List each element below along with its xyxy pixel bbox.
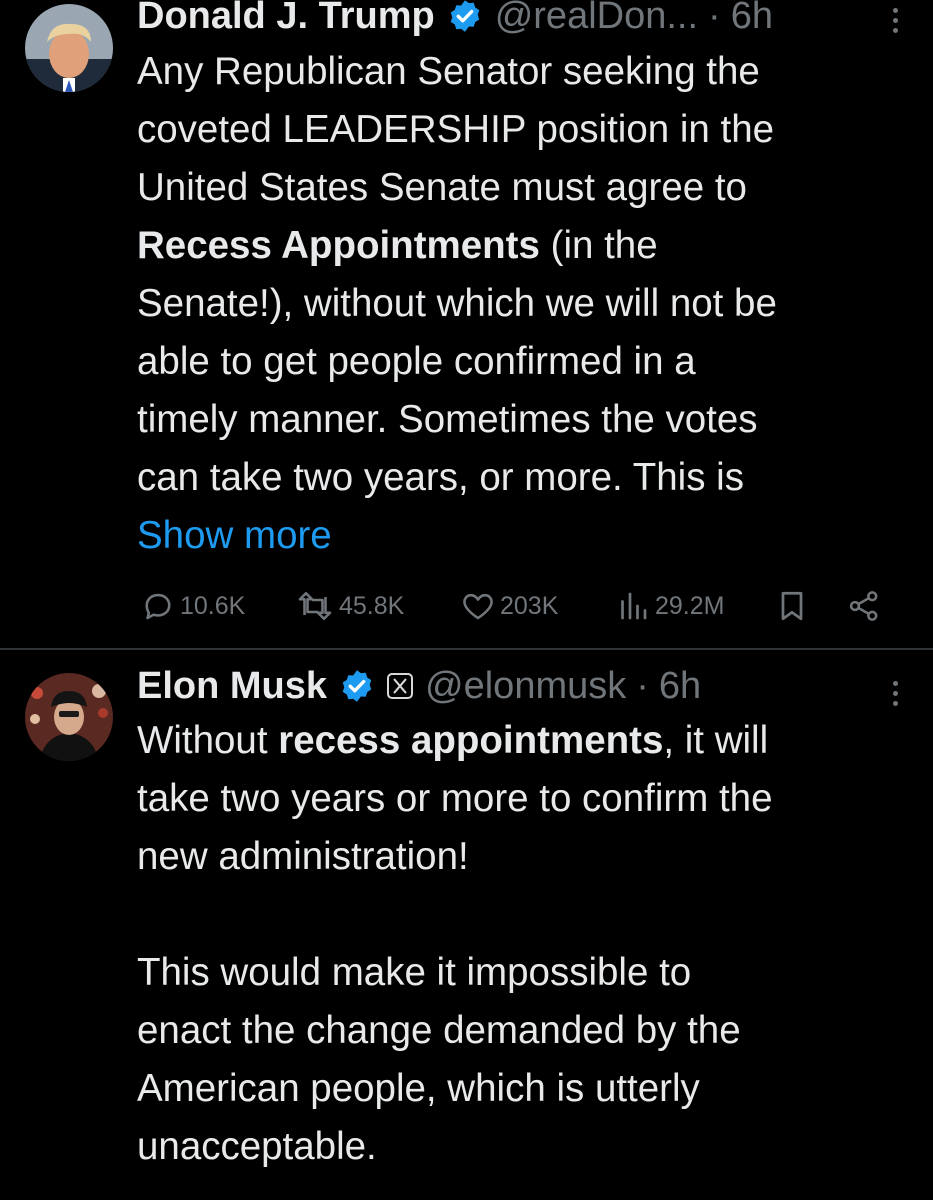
separator-dot: · [636,665,649,707]
text-line: United States Senate must agree to [137,166,747,209]
views-count: 29.2M [655,591,725,620]
heart-icon [463,593,493,620]
tweet-musk[interactable]: Elon Musk @elonmusk · 6h Without recess … [0,651,933,1200]
action-bar: 10.6K 45.8K 203K 29.2M [140,583,900,629]
share-icon [849,591,878,621]
show-more-link[interactable]: Show more [137,507,907,565]
text-line: Senate!), without which we will not be [137,282,777,325]
text-line-mixed: Recess Appointments (in the [137,217,907,275]
reply-icon [145,593,171,620]
text-line: This would make it impossible to [137,951,692,994]
timestamp[interactable]: 6h [731,0,773,38]
avatar[interactable] [25,4,113,92]
text-line: able to get people confirmed in a [137,340,696,383]
text-fragment: , it will [663,719,769,762]
author-handle[interactable]: @elonmusk [425,664,626,708]
text-line: new administration! [137,835,469,878]
repost-count: 45.8K [339,591,405,620]
text-line: American people, which is utterly [137,1067,700,1110]
x-affiliate-badge-icon [387,673,414,699]
bold-phrase: recess appointments [278,719,664,762]
tweet-header: Elon Musk @elonmusk · 6h [137,664,903,708]
author-name[interactable]: Donald J. Trump [137,0,435,38]
text-line: can take two years, or more. This is [137,456,744,499]
repost-icon [298,591,332,621]
avatar[interactable] [25,673,113,761]
reply-button[interactable]: 10.6K [140,583,245,629]
repost-button[interactable]: 45.8K [295,583,404,629]
verified-badge-icon [342,670,372,702]
bookmark-button[interactable] [774,583,810,629]
tweet-trump[interactable]: Donald J. Trump @realDon... · 6h Any Rep… [0,0,933,648]
more-options-icon[interactable] [893,681,901,711]
text-fragment: (in the [539,224,658,267]
verified-badge-icon [450,0,479,32]
tweet-divider [0,648,933,650]
tweet-header: Donald J. Trump @realDon... · 6h [137,0,903,38]
tweet-text: Without recess appointments, it will tak… [137,712,907,1176]
text-line-mixed: Without recess appointments, it will [137,712,907,770]
like-button[interactable]: 203K [460,583,558,629]
text-line [137,886,907,944]
more-options-icon[interactable] [893,8,901,38]
share-button[interactable] [846,583,882,629]
text-line: unacceptable. [137,1125,377,1168]
author-handle[interactable]: @realDon... [495,0,698,38]
tweet-text: Any Republican Senator seeking the covet… [137,43,907,565]
text-line: enact the change demanded by the [137,1009,741,1052]
separator-dot: · [708,0,721,37]
text-line: take two years or more to confirm the [137,777,773,820]
text-line: coveted LEADERSHIP position in the [137,108,775,151]
bookmark-icon [781,591,803,621]
views-chart-icon [621,592,647,620]
timestamp[interactable]: 6h [659,664,701,708]
text-fragment: Without [137,719,279,762]
author-name[interactable]: Elon Musk [137,664,327,708]
like-count: 203K [500,591,559,620]
bold-phrase: Recess Appointments [137,224,540,267]
text-line: timely manner. Sometimes the votes [137,398,758,441]
views-button[interactable]: 29.2M [615,583,724,629]
text-line: Any Republican Senator seeking the [137,50,760,93]
reply-count: 10.6K [180,591,246,620]
